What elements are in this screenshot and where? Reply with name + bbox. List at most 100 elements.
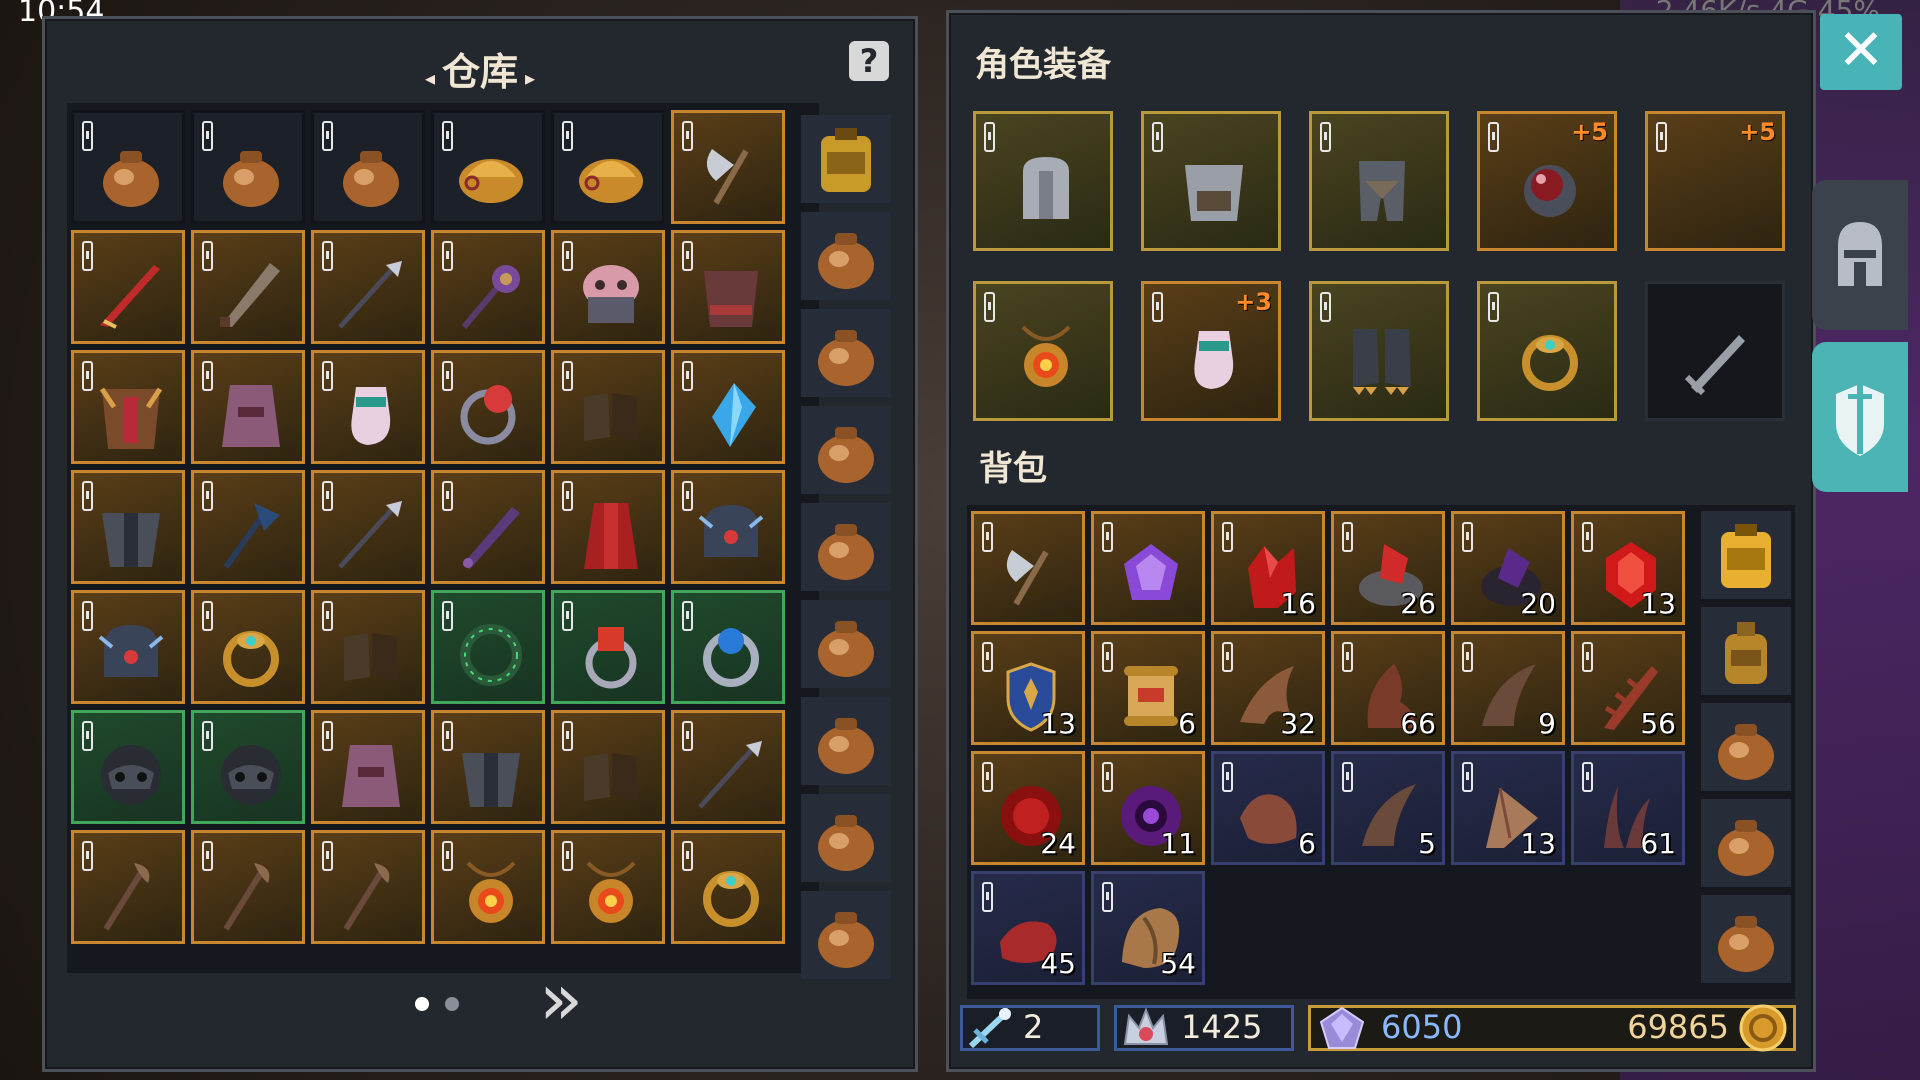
side-bag-slot[interactable] (801, 503, 891, 591)
backpack-slot[interactable]: 6 (1211, 751, 1325, 865)
backpack-slot[interactable] (971, 511, 1085, 625)
close-button[interactable]: ✕ (1820, 14, 1902, 90)
warehouse-slot[interactable] (191, 350, 305, 464)
backpack-slot[interactable]: 24 (971, 751, 1085, 865)
side-bag-slot[interactable] (1701, 511, 1791, 599)
lock-icon (82, 841, 93, 871)
bag-icon (809, 316, 883, 390)
side-bag-slot[interactable] (1701, 607, 1791, 695)
warehouse-slot[interactable] (671, 230, 785, 344)
side-bag-slot[interactable] (801, 600, 891, 688)
warehouse-slot[interactable] (551, 590, 665, 704)
side-bag-slot[interactable] (1701, 703, 1791, 791)
warehouse-slot[interactable] (671, 110, 785, 224)
warehouse-slot[interactable] (191, 230, 305, 344)
backpack-slot[interactable]: 32 (1211, 631, 1325, 745)
backpack-slot[interactable] (1091, 511, 1205, 625)
backpack-slot[interactable]: 16 (1211, 511, 1325, 625)
backpack-slot[interactable]: 9 (1451, 631, 1565, 745)
backpack-slot[interactable]: 13 (971, 631, 1085, 745)
equipment-slot[interactable] (1141, 111, 1281, 251)
side-bag-slot[interactable] (801, 115, 891, 203)
warehouse-slot[interactable] (71, 470, 185, 584)
warehouse-slot[interactable] (551, 110, 665, 224)
warehouse-slot[interactable] (671, 590, 785, 704)
warehouse-slot[interactable] (431, 110, 545, 224)
side-bag-slot[interactable] (801, 309, 891, 397)
warehouse-slot[interactable] (311, 590, 425, 704)
warehouse-slot[interactable] (311, 230, 425, 344)
warehouse-slot[interactable] (551, 470, 665, 584)
backpack-slot[interactable]: 13 (1451, 751, 1565, 865)
page-dot[interactable] (445, 997, 459, 1011)
warehouse-slot[interactable] (431, 830, 545, 944)
equipment-slot[interactable] (1477, 281, 1617, 421)
bag-icon (809, 510, 883, 584)
warehouse-slot[interactable] (551, 350, 665, 464)
staff-icon (214, 857, 288, 931)
backpack-slot[interactable]: 66 (1331, 631, 1445, 745)
warehouse-slot[interactable] (431, 470, 545, 584)
side-bag-slot[interactable] (1701, 895, 1791, 983)
warehouse-slot[interactable] (311, 830, 425, 944)
warehouse-slot[interactable] (671, 470, 785, 584)
backpack-slot[interactable]: 45 (971, 871, 1085, 985)
backpack-slot[interactable]: 56 (1571, 631, 1685, 745)
equipment-slot[interactable] (973, 281, 1113, 421)
warehouse-slot[interactable] (71, 710, 185, 824)
tab-equipment[interactable] (1812, 180, 1908, 330)
warehouse-slot[interactable] (671, 830, 785, 944)
side-bag-slot[interactable] (801, 406, 891, 494)
warehouse-slot[interactable] (551, 710, 665, 824)
warehouse-slot[interactable] (71, 230, 185, 344)
side-bag-slot[interactable] (801, 794, 891, 882)
backpack-slot[interactable]: 26 (1331, 511, 1445, 625)
warehouse-slot[interactable] (311, 350, 425, 464)
equipment-slot[interactable]: +5 (1645, 111, 1785, 251)
tab-armory[interactable] (1812, 342, 1908, 492)
warehouse-slot[interactable] (431, 350, 545, 464)
side-bag-slot[interactable] (1701, 799, 1791, 887)
backpack-slot[interactable]: 61 (1571, 751, 1685, 865)
warehouse-slot[interactable] (191, 590, 305, 704)
help-button[interactable]: ? (849, 41, 889, 81)
backpack-slot[interactable]: 20 (1451, 511, 1565, 625)
backpack-slot[interactable]: 6 (1091, 631, 1205, 745)
warehouse-slot[interactable] (551, 830, 665, 944)
warehouse-slot[interactable] (431, 230, 545, 344)
warehouse-slot[interactable] (431, 710, 545, 824)
equipment-slot[interactable] (973, 111, 1113, 251)
armor-red-icon (694, 257, 768, 331)
equipment-slot[interactable] (1645, 281, 1785, 421)
warehouse-slot[interactable] (671, 350, 785, 464)
next-page-button[interactable]: » (539, 959, 583, 1039)
backpack-slot[interactable]: 5 (1331, 751, 1445, 865)
warehouse-slot[interactable] (311, 470, 425, 584)
lock-icon (82, 121, 93, 151)
warehouse-slot[interactable] (431, 590, 545, 704)
warehouse-slot[interactable] (191, 710, 305, 824)
backpack-slot[interactable]: 54 (1091, 871, 1205, 985)
equipment-slot[interactable] (1309, 111, 1449, 251)
equipment-slot[interactable]: +5 (1477, 111, 1617, 251)
warehouse-slot[interactable] (191, 110, 305, 224)
warehouse-slot[interactable] (551, 230, 665, 344)
page-dot[interactable] (415, 997, 429, 1011)
backpack-slot[interactable]: 11 (1091, 751, 1205, 865)
warehouse-slot[interactable] (71, 350, 185, 464)
warehouse-slot[interactable] (311, 110, 425, 224)
side-bag-slot[interactable] (801, 891, 891, 979)
equipment-slot[interactable] (1309, 281, 1449, 421)
warehouse-slot[interactable] (71, 830, 185, 944)
warehouse-slot[interactable] (71, 110, 185, 224)
warehouse-slot[interactable] (311, 710, 425, 824)
warehouse-slot[interactable] (671, 710, 785, 824)
warehouse-slot[interactable] (191, 470, 305, 584)
side-bag-slot[interactable] (801, 212, 891, 300)
warehouse-slot[interactable] (71, 590, 185, 704)
equipment-slot[interactable]: +3 (1141, 281, 1281, 421)
warehouse-slot[interactable] (191, 830, 305, 944)
bag-icon (1709, 710, 1783, 784)
side-bag-slot[interactable] (801, 697, 891, 785)
backpack-slot[interactable]: 13 (1571, 511, 1685, 625)
